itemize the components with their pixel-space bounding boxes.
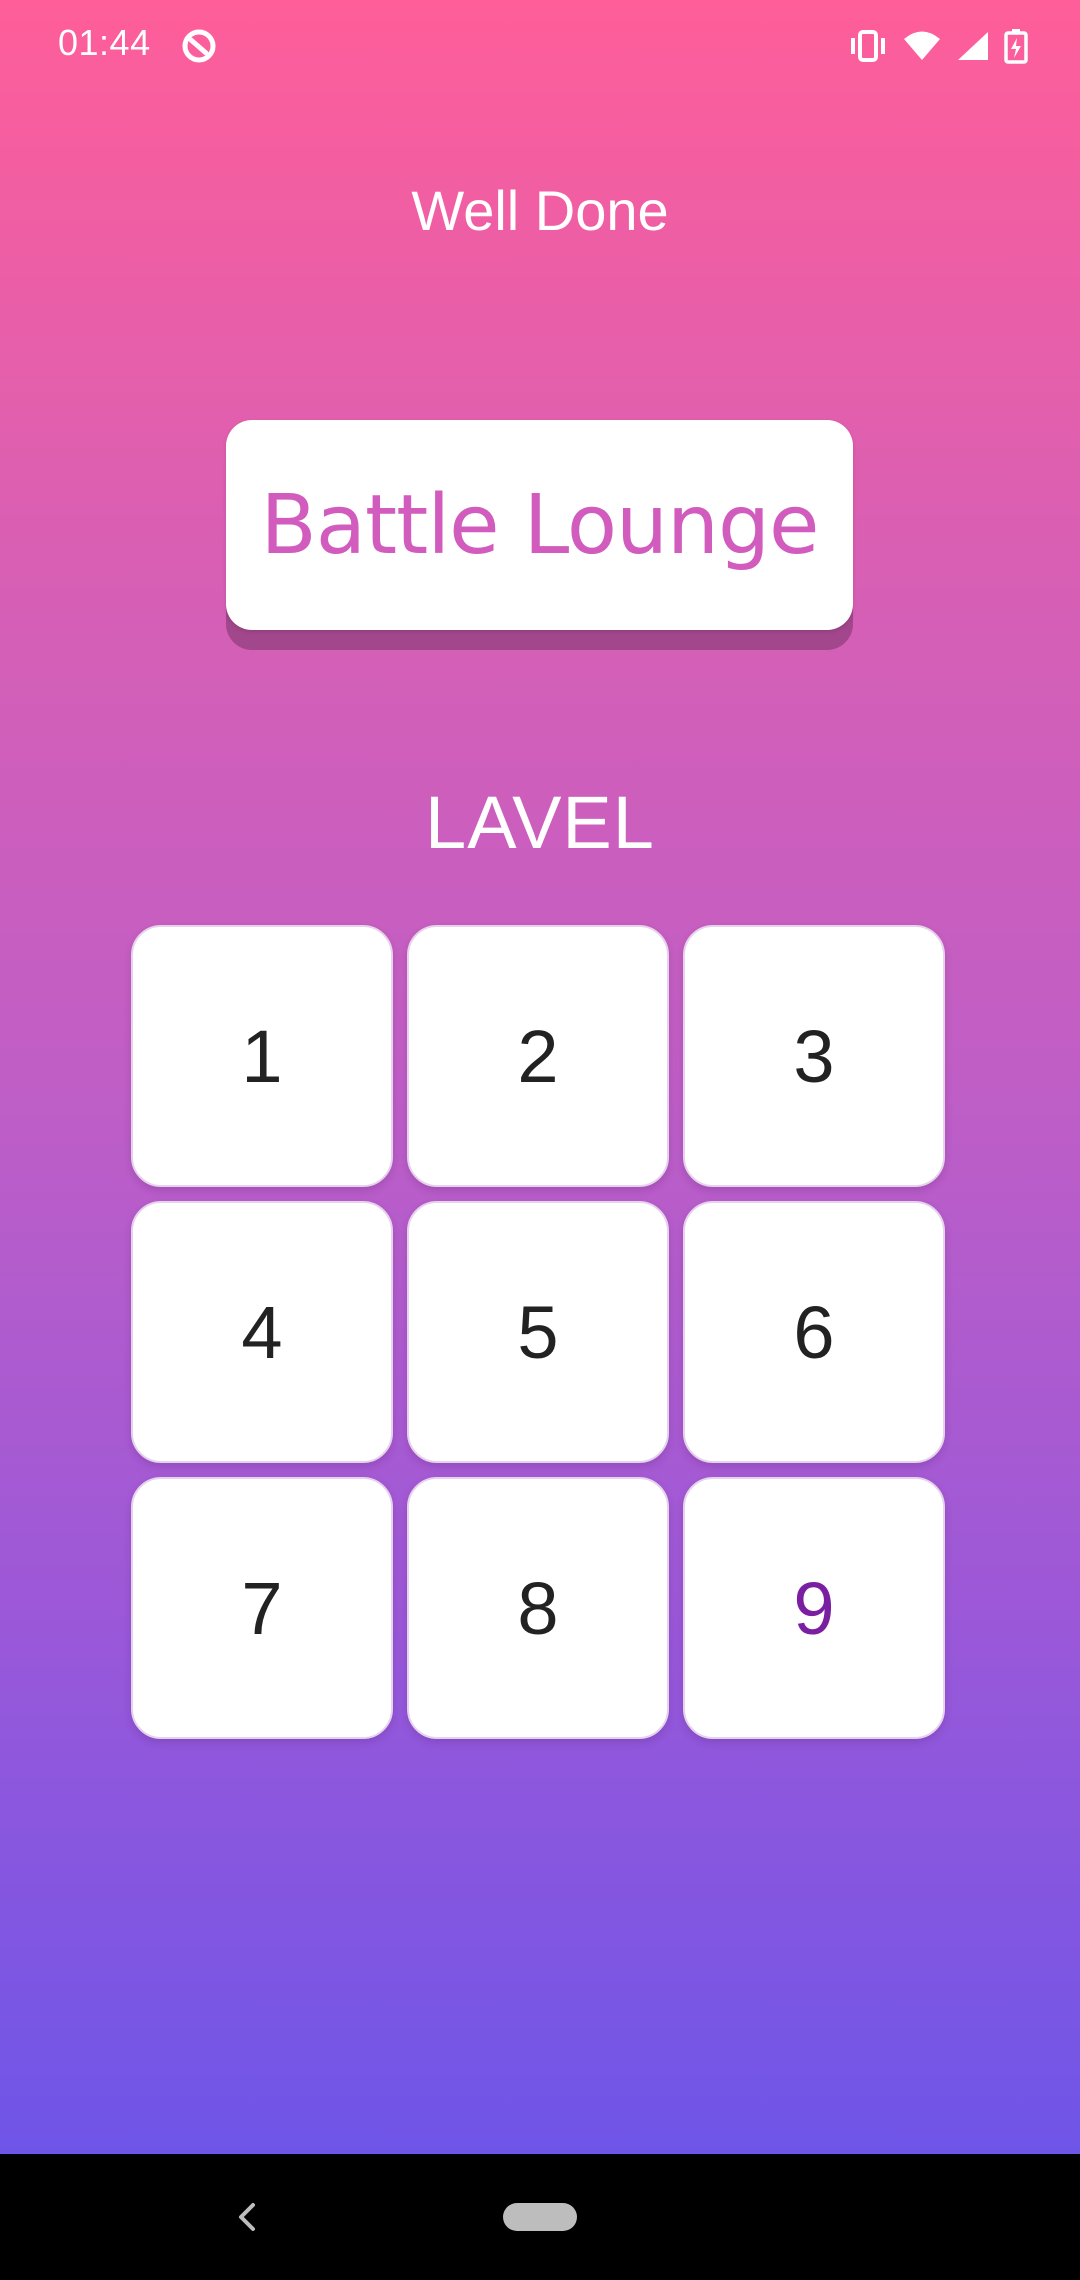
level-grid: 1 2 3 4 5 6 7 8 9 xyxy=(131,925,946,1739)
level-tile-9[interactable]: 9 xyxy=(683,1477,945,1739)
wifi-icon xyxy=(902,30,942,62)
level-tile-7[interactable]: 7 xyxy=(131,1477,393,1739)
sync-ring-icon xyxy=(180,27,218,65)
level-tile-6[interactable]: 6 xyxy=(683,1201,945,1463)
battle-lounge-button[interactable]: Battle Lounge xyxy=(226,420,853,630)
level-tile-5[interactable]: 5 xyxy=(407,1201,669,1463)
home-pill-icon[interactable] xyxy=(503,2203,577,2231)
level-tile-4[interactable]: 4 xyxy=(131,1201,393,1463)
level-tile-1[interactable]: 1 xyxy=(131,925,393,1187)
app-screen: 01:44 Well Done Battle Lounge LAVEL 1 2 … xyxy=(0,0,1080,2154)
level-tile-8[interactable]: 8 xyxy=(407,1477,669,1739)
status-time: 01:44 xyxy=(58,22,151,63)
status-icons xyxy=(848,24,1028,68)
level-section-title: LAVEL xyxy=(425,781,655,864)
vibrate-icon xyxy=(848,30,888,62)
navigation-bar xyxy=(0,2154,1080,2280)
back-chevron-icon[interactable] xyxy=(226,2192,266,2242)
level-tile-3[interactable]: 3 xyxy=(683,925,945,1187)
page-title: Well Done xyxy=(411,179,669,242)
level-tile-2[interactable]: 2 xyxy=(407,925,669,1187)
status-bar: 01:44 xyxy=(0,0,1080,90)
signal-icon xyxy=(956,30,990,62)
battle-lounge-label: Battle Lounge xyxy=(260,477,820,573)
battery-charging-icon xyxy=(1004,28,1028,64)
